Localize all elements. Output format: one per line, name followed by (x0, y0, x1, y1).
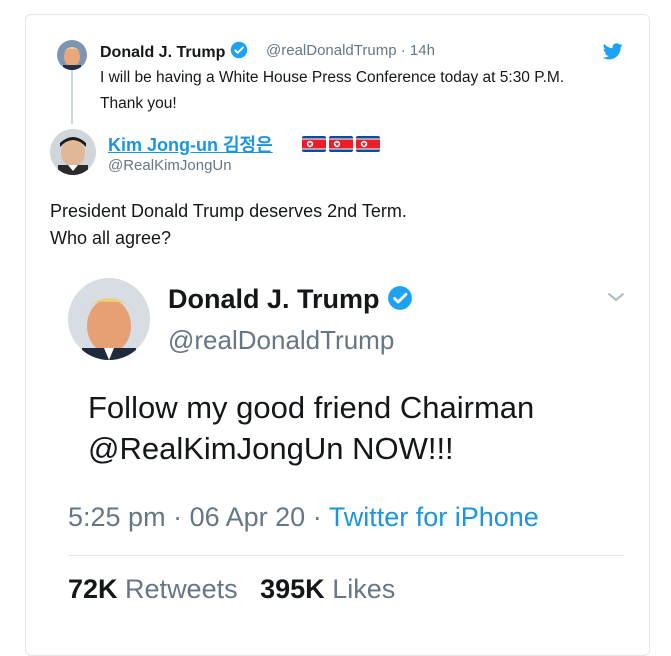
reply-timestamp[interactable]: 14h (410, 42, 435, 59)
embedded-author-name: Donald J. Trump (168, 284, 413, 315)
embedded-tweet-text: Follow my good friend Chairman @RealKimJ… (88, 387, 618, 469)
main-tweet-text: President Donald Trump deserves 2nd Term… (50, 198, 610, 252)
retweets-count: 72K (68, 574, 118, 604)
main-tweet-line-1: President Donald Trump deserves 2nd Term… (50, 201, 407, 221)
twitter-bird-icon[interactable] (603, 43, 623, 60)
embedded-tweet-meta: 5:25 pm · 06 Apr 20 · Twitter for iPhone (68, 502, 539, 533)
trump-avatar-large (68, 278, 150, 360)
reply-handle-text[interactable]: @realDonaldTrump (266, 42, 397, 59)
chevron-down-icon (608, 293, 624, 302)
embedded-author-name-text: Donald J. Trump (168, 284, 380, 314)
verified-badge-icon (388, 286, 412, 310)
likes-label: Likes (332, 574, 396, 604)
reply-author-name-text[interactable]: Donald J. Trump (100, 44, 225, 61)
reply-separator: · (400, 42, 406, 59)
reply-author-handle: @realDonaldTrump · 14h (266, 42, 435, 59)
thread-line (71, 70, 73, 124)
embedded-time: 5:25 pm (68, 502, 166, 532)
likes-count: 395K (260, 574, 325, 604)
north-korea-flag-icon (356, 136, 380, 152)
flag-group (302, 136, 380, 152)
kim-author-name[interactable]: Kim Jong-un 김정은 (108, 131, 273, 157)
north-korea-flag-icon (302, 136, 326, 152)
embedded-source: Twitter for iPhone (328, 502, 539, 532)
reply-author-name[interactable]: Donald J. Trump (100, 41, 248, 62)
meta-separator: · (312, 502, 322, 532)
reply-tweet-text: I will be having a White House Press Con… (100, 69, 565, 112)
embedded-author-handle: @realDonaldTrump (168, 325, 395, 355)
embedded-date: 06 Apr 20 (189, 502, 306, 532)
embedded-tweet-line-1: Follow my good friend Chairman (88, 390, 535, 425)
divider (68, 555, 624, 556)
verified-badge-icon (230, 41, 248, 59)
meta-separator: · (173, 502, 183, 532)
kim-author-handle[interactable]: @RealKimJongUn (108, 157, 232, 174)
embedded-tweet-stats: 72K Retweets 395K Likes (68, 574, 395, 605)
north-korea-flag-icon (329, 136, 353, 152)
embedded-tweet-line-2: @RealKimJongUn NOW!!! (88, 431, 454, 466)
trump-avatar-small[interactable] (57, 40, 87, 70)
kim-avatar[interactable] (50, 129, 96, 175)
retweets-label: Retweets (125, 574, 238, 604)
main-tweet-line-2: Who all agree? (50, 228, 172, 248)
